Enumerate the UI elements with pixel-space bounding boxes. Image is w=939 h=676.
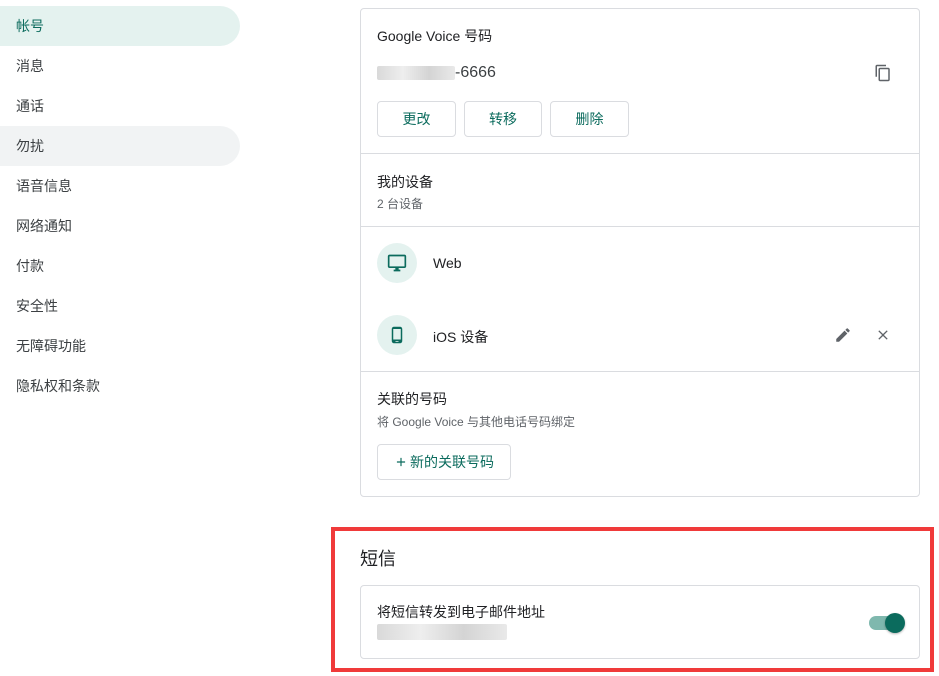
delete-button[interactable]: 删除	[550, 101, 629, 137]
toggle-thumb	[885, 613, 905, 633]
close-icon[interactable]	[871, 323, 895, 347]
new-linked-number-label: 新的关联号码	[410, 454, 494, 470]
sms-section-title: 短信	[360, 549, 396, 569]
gv-number-title: Google Voice 号码	[377, 28, 493, 44]
sidebar-item-messages[interactable]: 消息	[0, 46, 240, 86]
change-button[interactable]: 更改	[377, 101, 456, 137]
settings-sidebar: 帐号 消息 通话 勿扰 语音信息 网络通知 付款 安全性 无障碍功能 隐私权和条…	[0, 0, 245, 676]
sidebar-item-label: 安全性	[16, 298, 58, 314]
sidebar-item-do-not-disturb[interactable]: 勿扰	[0, 126, 240, 166]
sms-forward-label: 将短信转发到电子邮件地址	[377, 604, 545, 620]
gv-number: -6666	[377, 64, 496, 82]
gv-number-suffix: -6666	[455, 64, 496, 81]
sidebar-item-label: 隐私权和条款	[16, 378, 100, 394]
sidebar-item-accessibility[interactable]: 无障碍功能	[0, 326, 240, 366]
sidebar-item-payments[interactable]: 付款	[0, 246, 240, 286]
transfer-button[interactable]: 转移	[464, 101, 542, 137]
sidebar-item-label: 网络通知	[16, 218, 72, 234]
new-linked-number-button[interactable]: 新的关联号码	[377, 444, 511, 480]
phone-icon	[377, 315, 417, 355]
device-ios-label: iOS 设备	[433, 329, 489, 345]
linked-numbers-subtitle: 将 Google Voice 与其他电话号码绑定	[377, 415, 576, 429]
monitor-icon	[377, 243, 417, 283]
sidebar-item-label: 无障碍功能	[16, 338, 86, 354]
sidebar-item-label: 勿扰	[16, 138, 44, 154]
sms-forward-card: 将短信转发到电子邮件地址	[360, 585, 920, 659]
sidebar-item-label: 帐号	[16, 18, 44, 34]
sidebar-item-security[interactable]: 安全性	[0, 286, 240, 326]
device-web-label: Web	[433, 255, 462, 271]
account-card: Google Voice 号码 -6666 更改 转移 删除 我的设备 2 台设…	[360, 8, 920, 497]
redacted-number	[377, 66, 455, 80]
copy-icon[interactable]	[871, 61, 895, 85]
sidebar-item-label: 语音信息	[16, 178, 72, 194]
divider	[361, 226, 919, 227]
sidebar-item-label: 付款	[16, 258, 44, 274]
devices-count: 2 台设备	[377, 197, 424, 211]
divider	[361, 153, 919, 154]
sidebar-item-voicemail[interactable]: 语音信息	[0, 166, 240, 206]
edit-icon[interactable]	[831, 323, 855, 347]
divider	[361, 371, 919, 372]
sms-forward-toggle[interactable]	[867, 613, 905, 633]
sidebar-item-label: 通话	[16, 98, 44, 114]
sidebar-item-web-notifications[interactable]: 网络通知	[0, 206, 240, 246]
sidebar-item-privacy-terms[interactable]: 隐私权和条款	[0, 366, 240, 406]
sidebar-item-account[interactable]: 帐号	[0, 6, 240, 46]
plus-icon	[396, 457, 406, 467]
redacted-email	[377, 624, 507, 640]
devices-title: 我的设备	[377, 174, 433, 190]
sidebar-item-label: 消息	[16, 58, 44, 74]
sidebar-item-calls[interactable]: 通话	[0, 86, 240, 126]
linked-numbers-title: 关联的号码	[377, 391, 447, 407]
